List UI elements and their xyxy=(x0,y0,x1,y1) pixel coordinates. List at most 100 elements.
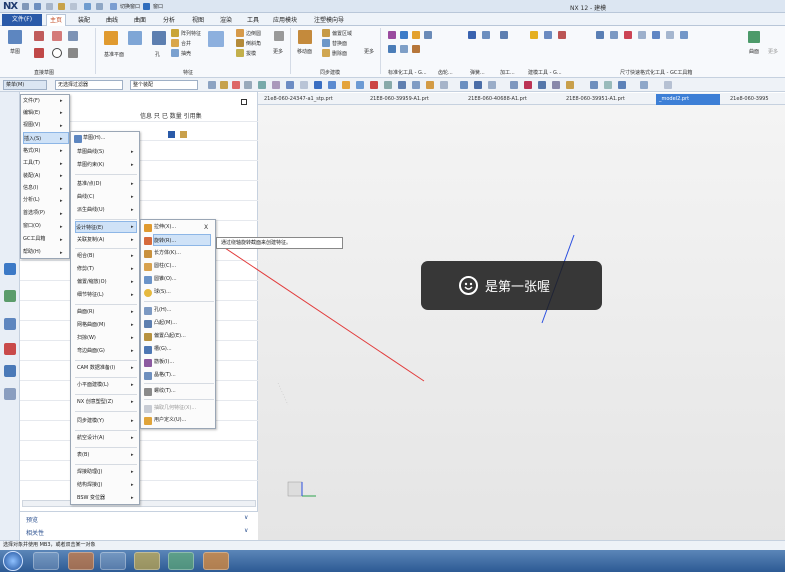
modeling-tool-icon-2[interactable] xyxy=(544,31,552,39)
offset-icon[interactable] xyxy=(128,31,142,45)
dependencies-expand-icon[interactable]: ∨ xyxy=(244,527,248,534)
line-icon[interactable] xyxy=(68,31,78,41)
arc-icon[interactable] xyxy=(34,48,44,58)
more-icon[interactable] xyxy=(274,31,284,41)
pipe-icon[interactable] xyxy=(482,31,490,39)
gc-tool-icon-5[interactable] xyxy=(388,45,396,53)
design-thread[interactable]: 螺纹(T)... xyxy=(154,385,210,397)
taskbar-app-1-icon[interactable] xyxy=(33,552,59,570)
move-face-icon[interactable] xyxy=(298,30,312,44)
insert-weld-assistant[interactable]: 焊接助理(J) xyxy=(77,466,137,478)
delete-face-button[interactable]: 删除面 xyxy=(332,50,347,57)
view-icon-9[interactable] xyxy=(590,81,598,89)
view-icon-5[interactable] xyxy=(524,81,532,89)
selection-scope-dropdown[interactable]: 整个装配 xyxy=(130,80,198,90)
insert-surface[interactable]: 曲面(R) xyxy=(77,306,137,318)
insert-mesh-surface[interactable]: 网格曲面(M) xyxy=(77,319,137,331)
window-icon[interactable] xyxy=(143,3,150,10)
array-feature-icon[interactable] xyxy=(171,29,179,37)
modeling-tool-icon-1[interactable] xyxy=(530,31,538,39)
machining-icon[interactable] xyxy=(500,31,508,39)
insert-sketch[interactable]: 草图(H)... xyxy=(83,132,137,144)
view-icon-1[interactable] xyxy=(460,81,468,89)
move-face-button[interactable]: 移动面 xyxy=(297,48,312,55)
shell-button[interactable]: 抽壳 xyxy=(181,50,191,57)
paste-icon[interactable] xyxy=(70,3,77,10)
dimension-icon-6[interactable] xyxy=(666,31,674,39)
graphics-viewport[interactable] xyxy=(258,105,785,540)
gc-tool-icon-1[interactable] xyxy=(388,31,396,39)
point-icon[interactable] xyxy=(68,48,78,58)
snap-icon-16[interactable] xyxy=(412,81,420,89)
assembly-navigator-icon[interactable] xyxy=(4,290,16,302)
insert-aero-design[interactable]: 航空设计(A) xyxy=(77,432,137,444)
taskbar-app-3-icon[interactable] xyxy=(100,552,126,570)
insert-derived-curve[interactable]: 派生曲线(U) xyxy=(77,204,137,216)
taskbar-nx-icon[interactable] xyxy=(203,552,229,570)
dimension-icon-4[interactable] xyxy=(638,31,646,39)
replace-face-button[interactable]: 替换面 xyxy=(332,40,347,47)
delete-face-icon[interactable] xyxy=(322,49,330,57)
sketch-icon[interactable] xyxy=(8,30,22,44)
profile-icon[interactable] xyxy=(34,31,44,41)
touch-mode-icon[interactable] xyxy=(84,3,91,10)
surface-green-icon[interactable] xyxy=(748,31,760,43)
array-feature-button[interactable]: 阵列特征 xyxy=(181,30,201,37)
design-offset-emboss[interactable]: 偏置凸起(E)... xyxy=(154,330,210,342)
view-icon-13[interactable] xyxy=(664,81,672,89)
tab-mold-wizard[interactable]: 注塑模向导 xyxy=(311,15,347,26)
datum-plane-label[interactable]: 基准平面 xyxy=(104,51,124,58)
design-emboss[interactable]: 凸起(M)... xyxy=(154,317,210,329)
doc-tab-active[interactable]: _model2.prt xyxy=(656,94,720,105)
history-icon[interactable] xyxy=(4,318,16,330)
gc-tool-icon-3[interactable] xyxy=(412,31,420,39)
insert-facet-modeling[interactable]: 小平面建模(L) xyxy=(77,379,137,391)
snap-icon-17[interactable] xyxy=(426,81,434,89)
more-button-2[interactable]: 更多 xyxy=(364,48,374,55)
design-user-defined[interactable]: 用户定义(U)... xyxy=(154,414,210,426)
design-block[interactable]: 长方体(K)... xyxy=(154,247,210,259)
insert-design-feature[interactable]: 设计特征(E) xyxy=(75,221,137,233)
surface-icon[interactable] xyxy=(208,31,224,47)
maximize-icon[interactable] xyxy=(241,99,247,105)
preview-expand-icon[interactable]: ∨ xyxy=(244,514,248,521)
dimension-icon-3[interactable] xyxy=(624,31,632,39)
taskbar-chrome-icon[interactable] xyxy=(68,552,94,570)
design-revolve[interactable]: 旋转(R)... xyxy=(153,234,211,246)
snap-icon-9[interactable] xyxy=(314,81,322,89)
insert-sweep[interactable]: 扫掠(W) xyxy=(77,332,137,344)
combine-icon[interactable] xyxy=(171,39,179,47)
menu-button[interactable]: 菜单(M) xyxy=(3,80,47,90)
tab-analysis[interactable]: 分析 xyxy=(160,15,178,26)
design-lattice[interactable]: 晶格(T)... xyxy=(154,369,210,381)
gc-tool-icon-7[interactable] xyxy=(412,45,420,53)
insert-cam-data-prep[interactable]: CAM 数据准备(I) xyxy=(77,362,137,374)
dimension-icon-2[interactable] xyxy=(610,31,618,39)
insert-associative-copy[interactable]: 关联复制(A) xyxy=(77,234,137,246)
taskbar-app-5-icon[interactable] xyxy=(168,552,194,570)
insert-synchronous-modeling[interactable]: 同步建模(Y) xyxy=(77,415,137,427)
gc-tool-icon-6[interactable] xyxy=(400,45,408,53)
insert-detail-feature[interactable]: 细节特征(L) xyxy=(77,289,137,301)
switch-window-label[interactable]: 切换窗口 xyxy=(120,3,140,10)
edge-blend-button[interactable]: 边倒圆 xyxy=(246,30,261,37)
view-icon-6[interactable] xyxy=(538,81,546,89)
draft-icon[interactable] xyxy=(236,49,244,57)
chamfer-button[interactable]: 倒斜角 xyxy=(246,40,261,47)
combine-button[interactable]: 合并 xyxy=(181,40,191,47)
gc-tool-icon-4[interactable] xyxy=(424,31,432,39)
copy-icon[interactable] xyxy=(58,3,65,10)
redo-icon[interactable] xyxy=(46,3,53,10)
gc-tool-icon-2[interactable] xyxy=(400,31,408,39)
tab-tools[interactable]: 工具 xyxy=(244,15,262,26)
more-button-1[interactable]: 更多 xyxy=(273,48,283,55)
snap-icon-5[interactable] xyxy=(258,81,266,89)
replace-face-icon[interactable] xyxy=(322,39,330,47)
view-icon-7[interactable] xyxy=(552,81,560,89)
tab-file[interactable]: 文件(F) xyxy=(2,14,42,26)
doc-tab-3[interactable]: 21E8-060-40688-A1.prt xyxy=(468,94,527,105)
dependencies-section[interactable]: 相关性 xyxy=(26,528,44,537)
snap-icon-2[interactable] xyxy=(220,81,228,89)
part-navigator-icon[interactable] xyxy=(4,263,16,275)
snap-icon-6[interactable] xyxy=(272,81,280,89)
